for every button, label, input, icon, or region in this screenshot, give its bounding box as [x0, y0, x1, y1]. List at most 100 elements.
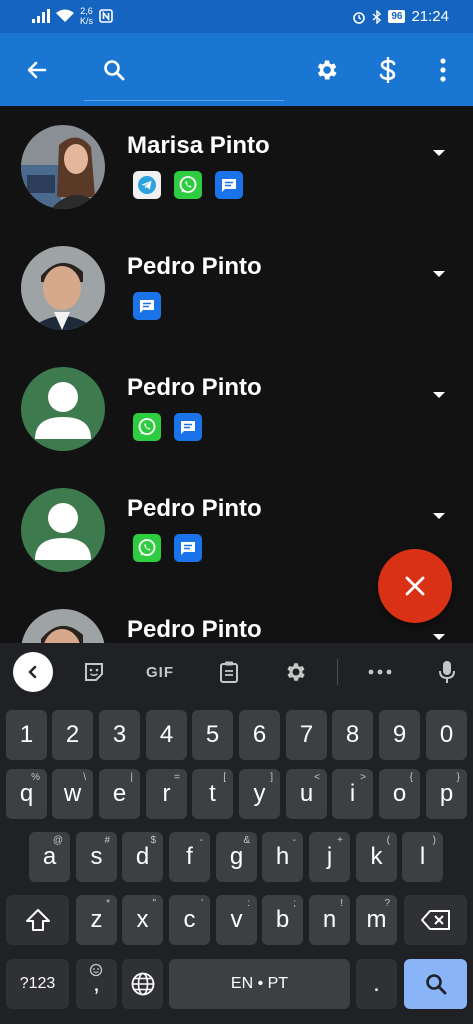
whatsapp-icon: [179, 176, 197, 193]
clipboard-button[interactable]: [211, 653, 247, 691]
comma-key[interactable]: ,: [76, 959, 117, 1009]
symbols-key[interactable]: ?123: [6, 959, 69, 1009]
expand-dropdown-icon[interactable]: [433, 271, 445, 277]
shift-key[interactable]: [6, 895, 69, 945]
space-bar[interactable]: EN • PT: [169, 959, 350, 1009]
globe-icon: [131, 972, 154, 996]
contact-app-list: [133, 413, 202, 441]
whatsapp-button[interactable]: [133, 413, 161, 441]
backspace-key[interactable]: [404, 895, 467, 945]
contact-avatar-photo: [21, 246, 105, 330]
key-n[interactable]: n!: [309, 895, 350, 945]
expand-dropdown-icon[interactable]: [433, 392, 445, 398]
key-0[interactable]: 0: [426, 710, 467, 760]
key-e[interactable]: e |: [99, 769, 140, 819]
battery-level: 96: [388, 10, 406, 23]
more-horiz-icon: [368, 669, 392, 675]
whatsapp-button[interactable]: [174, 171, 202, 199]
key-a[interactable]: a @: [29, 832, 70, 882]
contact-app-list: [133, 292, 161, 320]
emoji-icon: [89, 963, 103, 977]
more-options-button[interactable]: [428, 33, 458, 106]
key-t[interactable]: t[: [192, 769, 233, 819]
voice-input-button[interactable]: [430, 653, 464, 691]
contact-name: Pedro Pinto: [127, 495, 262, 522]
key-k[interactable]: k(: [356, 832, 397, 882]
sticker-icon: [85, 663, 103, 681]
contact-app-list: [133, 171, 243, 199]
mic-icon: [439, 661, 455, 683]
contact-app-list: [133, 534, 202, 562]
key-o[interactable]: o{: [379, 769, 420, 819]
donate-button[interactable]: [368, 33, 408, 106]
expand-dropdown-icon[interactable]: [433, 513, 445, 519]
key-u[interactable]: u <: [286, 769, 327, 819]
key-9[interactable]: 9: [379, 710, 420, 760]
gif-button[interactable]: GIF: [137, 653, 183, 691]
avatar-photo-man: [21, 246, 105, 330]
messages-icon: [222, 179, 236, 192]
key-y[interactable]: y]: [239, 769, 280, 819]
contact-row[interactable]: Marisa Pinto: [0, 106, 473, 226]
keyboard-toolbar: GIF: [0, 643, 473, 701]
key-1[interactable]: 1: [6, 710, 47, 760]
settings-gear-icon: [317, 59, 337, 80]
key-z[interactable]: z *: [76, 895, 117, 945]
key-8[interactable]: 8: [332, 710, 373, 760]
avatar-photo-man: [21, 609, 105, 643]
key-p[interactable]: p}: [426, 769, 467, 819]
messages-button[interactable]: [215, 171, 243, 199]
chevron-left-icon: [28, 665, 37, 679]
key-g[interactable]: g &: [216, 832, 257, 882]
keyboard-collapse-button[interactable]: [13, 652, 53, 692]
keyboard-more-button[interactable]: [362, 653, 398, 691]
sticker-button[interactable]: [76, 653, 112, 691]
messages-button[interactable]: [174, 534, 202, 562]
key-l[interactable]: l): [402, 832, 443, 882]
contact-row[interactable]: Pedro Pinto: [0, 348, 473, 468]
status-left: 2,6 K/s: [32, 6, 113, 26]
clear-fab-button[interactable]: [378, 549, 452, 623]
key-i[interactable]: i >: [332, 769, 373, 819]
telegram-button[interactable]: [133, 171, 161, 199]
key-q[interactable]: q%: [6, 769, 47, 819]
settings-button[interactable]: [305, 33, 347, 106]
contact-row[interactable]: Pedro Pinto: [0, 227, 473, 347]
contact-avatar-default: [21, 367, 105, 451]
back-arrow-icon: [27, 61, 47, 78]
search-button[interactable]: [96, 33, 132, 106]
period-key[interactable]: .: [356, 959, 397, 1009]
key-2[interactable]: 2: [52, 710, 93, 760]
search-input[interactable]: [134, 53, 284, 87]
key-j[interactable]: j +: [309, 832, 350, 882]
network-speed: 2,6 K/s: [80, 6, 94, 26]
messages-button[interactable]: [133, 292, 161, 320]
status-bar: 2,6 K/s 96 21:24: [0, 0, 473, 33]
key-4[interactable]: 4: [146, 710, 187, 760]
key-6[interactable]: 6: [239, 710, 280, 760]
key-m[interactable]: m?: [356, 895, 397, 945]
key-d[interactable]: d $: [122, 832, 163, 882]
keyboard-settings-button[interactable]: [277, 653, 313, 691]
key-h[interactable]: h-: [262, 832, 303, 882]
key-v[interactable]: v:: [216, 895, 257, 945]
expand-dropdown-icon[interactable]: [433, 150, 445, 156]
key-r[interactable]: r =: [146, 769, 187, 819]
wifi-icon: [56, 9, 74, 22]
messages-button[interactable]: [174, 413, 202, 441]
key-5[interactable]: 5: [192, 710, 233, 760]
whatsapp-button[interactable]: [133, 534, 161, 562]
expand-dropdown-icon[interactable]: [433, 634, 445, 640]
search-action-key[interactable]: [404, 959, 467, 1009]
key-f[interactable]: f-: [169, 832, 210, 882]
key-x[interactable]: x ": [122, 895, 163, 945]
key-3[interactable]: 3: [99, 710, 140, 760]
key-s[interactable]: s #: [76, 832, 117, 882]
signal-icon: [32, 9, 50, 23]
key-w[interactable]: w \: [52, 769, 93, 819]
back-button[interactable]: [14, 33, 60, 106]
key-c[interactable]: c ': [169, 895, 210, 945]
language-key[interactable]: [122, 959, 163, 1009]
key-b[interactable]: b;: [262, 895, 303, 945]
key-7[interactable]: 7: [286, 710, 327, 760]
